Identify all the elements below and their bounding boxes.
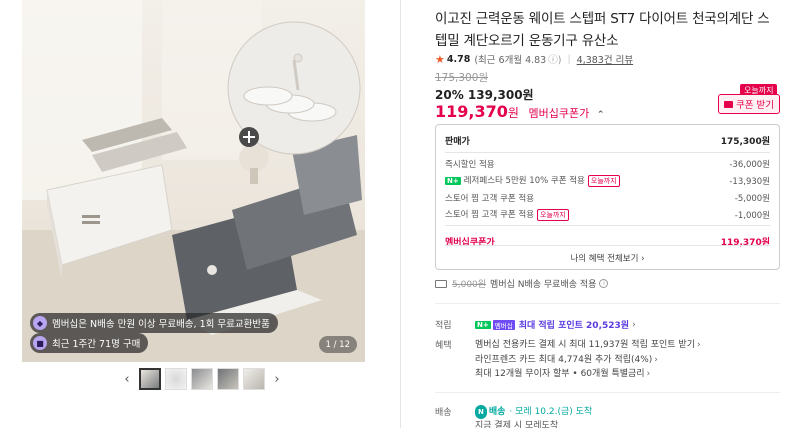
benefit-banner-text: 멤버십은 N배송 만원 이상 무료배송, 1회 무료교환반품 — [52, 319, 270, 330]
info-icon[interactable]: ⓘ) — [548, 52, 561, 66]
benefit-item[interactable]: 라인프렌즈 카드 최대 4,774원 추가 적립(4%) › — [475, 353, 701, 368]
max-points-text: 최대 적립 포인트 20,523원 — [518, 321, 630, 331]
image-counter: 1 / 12 — [318, 336, 357, 353]
shipping-text: 멤버십 N배송 무료배송 적용 — [490, 280, 597, 290]
price-row-value: -5,000원 — [734, 193, 770, 204]
coupon-icon — [724, 100, 733, 108]
rating-recent: (최근 6개월 4.83 — [474, 55, 547, 66]
benefit-text: 최대 12개월 무이자 할부 • 60개월 특별금리 — [475, 369, 645, 379]
price-row: 스토어 찜 고객 쿠폰 적용 -5,000원 — [445, 189, 770, 206]
price-row-label: 스토어 찜 고객 쿠폰 적용 — [445, 193, 535, 204]
chevron-right-icon: › — [696, 340, 701, 350]
divider: | — [567, 53, 571, 65]
price-row: 판매가 175,300원 — [445, 131, 770, 150]
shipping-fee-row: 5,000원 멤버십 N배송 무료배송 적용 i — [435, 277, 609, 290]
benefit-banner: ◆ 멤버십은 N배송 만원 이상 무료배송, 1회 무료교환반품 — [30, 313, 278, 333]
points-row[interactable]: N+ 멤버십 최대 적립 포인트 20,523원 › — [475, 318, 636, 331]
main-product-image[interactable]: ◆ 멤버십은 N배송 만원 이상 무료배송, 1회 무료교환반품 ■ 최근 1주… — [22, 0, 365, 362]
price-row-value: -36,000원 — [729, 159, 770, 170]
divider — [445, 225, 770, 226]
price-row: N+ 레저페스타 5만원 10% 쿠폰 적용 오늘까지 -13,930원 — [445, 172, 770, 189]
stepper-illustration — [22, 0, 365, 362]
divider — [435, 303, 780, 304]
bag-icon: ■ — [33, 336, 47, 350]
benefit-text: 라인프렌즈 카드 최대 4,774원 추가 적립(4%) — [475, 354, 653, 365]
purchase-count-banner: ■ 최근 1주간 71명 구매 — [30, 333, 149, 353]
n-delivery-badge: N — [475, 405, 487, 419]
delivery-brand: 배송 — [488, 407, 506, 417]
price-row-label: 판매가 — [445, 137, 470, 147]
price-row: 스토어 찜 고객 쿠폰 적용 오늘까지 -1,000원 — [445, 206, 770, 223]
membership-badge: 멤버십 — [492, 319, 515, 330]
purchase-count-text: 최근 1주간 71명 구매 — [52, 339, 141, 350]
delivery-date: · 모레 10.2.(금) 도착 — [509, 407, 593, 417]
thumbnail[interactable] — [165, 368, 187, 390]
review-count-link[interactable]: 4,383건 리뷰 — [577, 52, 633, 66]
column-divider — [400, 0, 401, 428]
naver-plus-badge: N+ — [475, 320, 491, 329]
chevron-right-icon: › — [654, 354, 658, 365]
price-row-value: -1,000원 — [734, 210, 770, 221]
product-gallery: ◆ 멤버십은 N배송 만원 이상 무료배송, 1회 무료교환반품 ■ 최근 1주… — [22, 0, 365, 428]
member-coupon-price[interactable]: 119,370원 멤버십쿠폰가 ⌃ — [435, 102, 604, 121]
thumbnail-strip: ‹ › — [119, 368, 285, 390]
original-price: 175,300원 — [435, 72, 489, 84]
view-all-benefits-link[interactable]: 나의 혜택 전체보기 › — [445, 245, 770, 269]
price-row: 즉시할인 적용 -36,000원 — [445, 155, 770, 172]
get-coupon-button[interactable]: 쿠폰 받기 — [718, 94, 780, 114]
benefit-item[interactable]: 멤버십 전용카드 결제 시 최대 11,937원 적립 포인트 받기 › — [475, 338, 701, 353]
membership-icon: ◆ — [33, 316, 47, 330]
delivery-label: 배송 — [435, 408, 452, 418]
price-row-label: 즉시할인 적용 — [445, 159, 495, 170]
benefit-item[interactable]: 최대 12개월 무이자 할부 • 60개월 특별금리 › — [475, 367, 701, 382]
chevron-up-icon: ⌃ — [596, 110, 605, 120]
info-icon[interactable]: i — [599, 279, 609, 288]
benefit-text: 멤버십 전용카드 결제 시 최대 11,937원 적립 포인트 받기 — [475, 340, 695, 350]
thumbnail[interactable] — [191, 368, 213, 390]
member-price-label: 멤버십쿠폰가 — [528, 107, 590, 120]
benefits-list: 멤버십 전용카드 결제 시 최대 11,937원 적립 포인트 받기 › 라인프렌… — [475, 338, 701, 382]
price-row-label: 스토어 찜 고객 쿠폰 적용 — [445, 210, 535, 220]
chevron-right-icon: › — [632, 319, 636, 330]
get-coupon-label: 쿠폰 받기 — [736, 100, 774, 111]
member-price-unit: 원 — [507, 106, 519, 120]
truck-icon — [435, 279, 447, 288]
thumbnail[interactable] — [243, 368, 265, 390]
member-price-value: 119,370 — [435, 102, 508, 121]
star-icon: ★ — [435, 52, 445, 66]
thumbnail[interactable] — [217, 368, 239, 390]
delivery-subtext: 지금 결제 시 모레도착 — [475, 421, 559, 428]
points-label: 적립 — [435, 321, 452, 331]
naver-plus-badge: N+ — [445, 177, 461, 185]
divider — [445, 152, 770, 153]
thumbnail[interactable] — [139, 368, 161, 390]
rating-score: 4.78 — [446, 53, 471, 65]
original-shipping-fee: 5,000원 — [452, 280, 487, 290]
price-row-value: 175,300원 — [720, 137, 770, 147]
delivery-info: N 배송 · 모레 10.2.(금) 도착 지금 결제 시 모레도착 — [475, 405, 592, 428]
divider — [435, 392, 780, 393]
discount-price: 20% 139,300원 — [435, 88, 534, 102]
chevron-right-icon: › — [646, 369, 651, 379]
today-only-tag: 오늘까지 — [587, 175, 620, 187]
chevron-right-icon[interactable]: › — [269, 368, 285, 390]
price-breakdown-box: 판매가 175,300원 즉시할인 적용 -36,000원 N+ 레저페스타 5만… — [435, 124, 780, 270]
rating-row: ★ 4.78 (최근 6개월 4.83 ⓘ) | 4,383건 리뷰 — [435, 52, 633, 67]
price-row-value: -13,930원 — [729, 176, 770, 187]
price-row-label: 레저페스타 5만원 10% 쿠폰 적용 — [463, 176, 585, 186]
benefits-label: 혜택 — [435, 341, 452, 351]
chevron-left-icon[interactable]: ‹ — [119, 368, 135, 390]
today-only-tag: 오늘까지 — [537, 209, 569, 221]
product-title: 이고진 근력운동 웨이트 스텝퍼 ST7 다이어트 천국의계단 스텝밀 계단오르… — [435, 11, 770, 49]
